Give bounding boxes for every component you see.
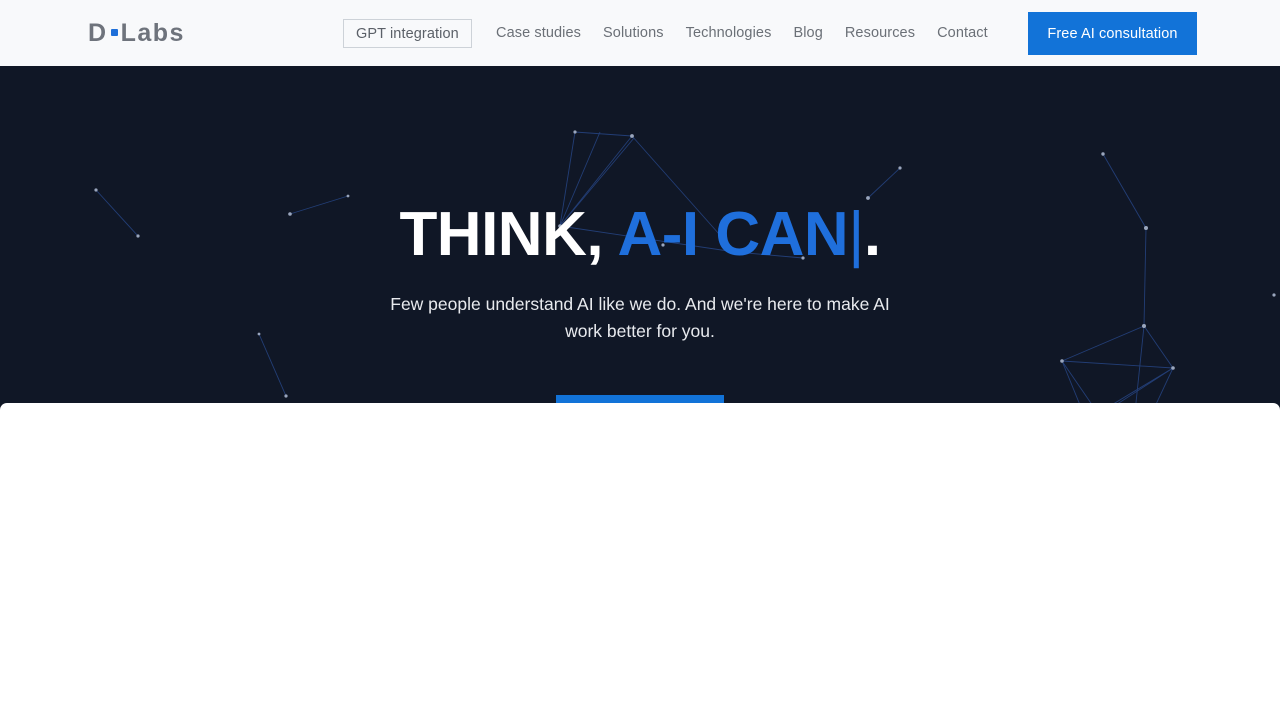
hero-title-part1: THINK,	[399, 200, 618, 269]
logo-text-before: D	[88, 19, 108, 47]
free-ai-consultation-button[interactable]: Free AI consultation	[1028, 12, 1197, 55]
nav-item-case-studies[interactable]: Case studies	[496, 25, 581, 41]
brand-logo[interactable]: D Labs	[88, 21, 185, 46]
logo-text-after: Labs	[120, 19, 185, 47]
square-dot-icon	[110, 29, 118, 36]
hero-title-accent: A-I CAN	[617, 200, 849, 269]
site-header: D Labs GPT integration Case studies Solu…	[0, 0, 1280, 66]
nav-item-solutions[interactable]: Solutions	[603, 25, 664, 41]
nav-pill-label: GPT integration	[356, 25, 459, 42]
hero-title: THINK, A-I CAN|.	[0, 202, 1280, 267]
hero-title-end: .	[863, 200, 881, 269]
nav-item-technologies[interactable]: Technologies	[686, 25, 772, 41]
nav-item-contact[interactable]: Contact	[937, 25, 988, 41]
cookie-consent-banner: This website uses cookies We use cookies…	[0, 403, 1280, 720]
nav-item-blog[interactable]: Blog	[793, 25, 822, 41]
header-cta-label: Free AI consultation	[1047, 25, 1178, 42]
main-nav: Case studies Solutions Technologies Blog…	[496, 0, 1010, 66]
hero-title-caret: |	[848, 200, 864, 269]
nav-pill-gpt-integration[interactable]: GPT integration	[343, 19, 472, 48]
nav-item-resources[interactable]: Resources	[845, 25, 915, 41]
hero-subtitle: Few people understand AI like we do. And…	[390, 294, 890, 341]
